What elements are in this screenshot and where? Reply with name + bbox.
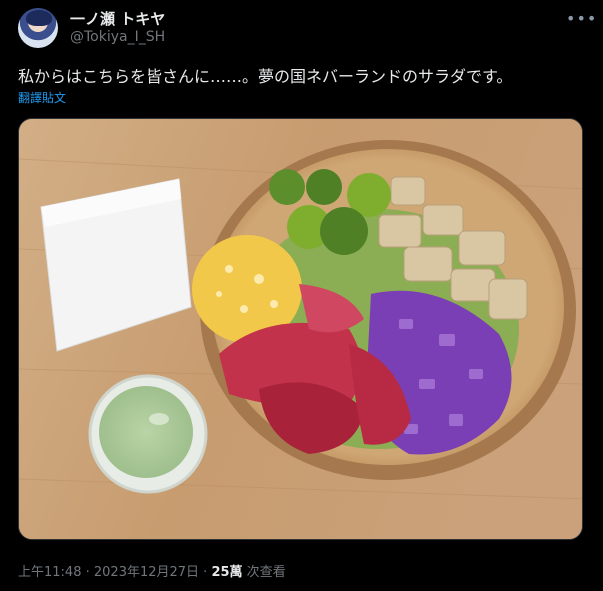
post-time[interactable]: 上午11:48 xyxy=(18,565,81,580)
view-count: 25萬 xyxy=(211,565,243,580)
more-icon[interactable]: ••• xyxy=(566,9,597,28)
translate-link[interactable]: 翻譯貼文 xyxy=(18,89,66,106)
display-name[interactable]: 一ノ瀬 トキヤ xyxy=(70,8,165,29)
dressing-cup xyxy=(88,374,208,494)
handle[interactable]: @Tokiya_I_SH xyxy=(70,29,165,45)
avatar[interactable] xyxy=(18,8,58,48)
view-label: 次查看 xyxy=(242,565,286,580)
meta-separator: · xyxy=(199,565,212,580)
post-meta: 上午11:48 · 2023年12月27日 · 25萬 次查看 xyxy=(18,561,286,580)
post-date[interactable]: 2023年12月27日 xyxy=(94,565,199,580)
salad-photo xyxy=(19,119,582,539)
post-text: 私からはこちらを皆さんに……。夢の国ネバーランドのサラダです。 xyxy=(18,67,513,86)
meta-separator: · xyxy=(81,565,94,580)
post-image[interactable] xyxy=(18,118,583,540)
